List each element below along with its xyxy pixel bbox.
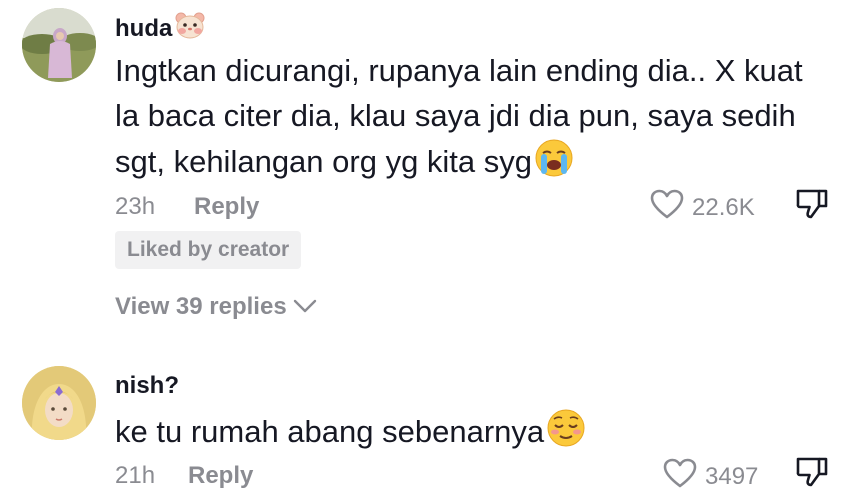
relieved-face-icon bbox=[546, 408, 586, 460]
comment-text: ke tu rumah abang sebenarnya bbox=[115, 408, 815, 460]
dislike-button[interactable] bbox=[795, 456, 829, 493]
avatar[interactable] bbox=[22, 366, 96, 440]
comment-text: Ingtkan dicurangi, rupanya lain ending d… bbox=[115, 48, 815, 190]
avatar[interactable] bbox=[22, 8, 96, 82]
chevron-down-icon bbox=[293, 293, 317, 321]
heart-icon[interactable] bbox=[650, 189, 684, 226]
username[interactable]: huda bbox=[115, 10, 206, 47]
loudly-crying-face-icon bbox=[534, 138, 574, 190]
thumbs-down-icon bbox=[796, 457, 828, 487]
reply-button[interactable]: Reply bbox=[188, 462, 253, 490]
thumbs-down-icon bbox=[796, 189, 828, 219]
like-button[interactable]: 3497 bbox=[663, 458, 758, 495]
like-button[interactable]: 22.6K bbox=[650, 189, 755, 226]
liked-by-creator-badge: Liked by creator bbox=[115, 231, 302, 269]
dislike-button[interactable] bbox=[795, 188, 829, 225]
username[interactable]: nish? bbox=[115, 372, 179, 400]
reply-button[interactable]: Reply bbox=[194, 193, 259, 221]
view-replies-label: View 39 replies bbox=[115, 293, 287, 320]
comment-time: 23h bbox=[115, 193, 156, 220]
heart-icon[interactable] bbox=[663, 458, 697, 495]
view-replies-button[interactable]: View 39 replies bbox=[115, 293, 317, 321]
hamster-face-icon bbox=[174, 10, 206, 47]
comment-time: 21h bbox=[115, 462, 156, 489]
like-count: 22.6K bbox=[692, 193, 755, 221]
like-count: 3497 bbox=[705, 462, 759, 490]
username-text: nish? bbox=[115, 372, 179, 399]
username-text: huda bbox=[115, 14, 173, 42]
